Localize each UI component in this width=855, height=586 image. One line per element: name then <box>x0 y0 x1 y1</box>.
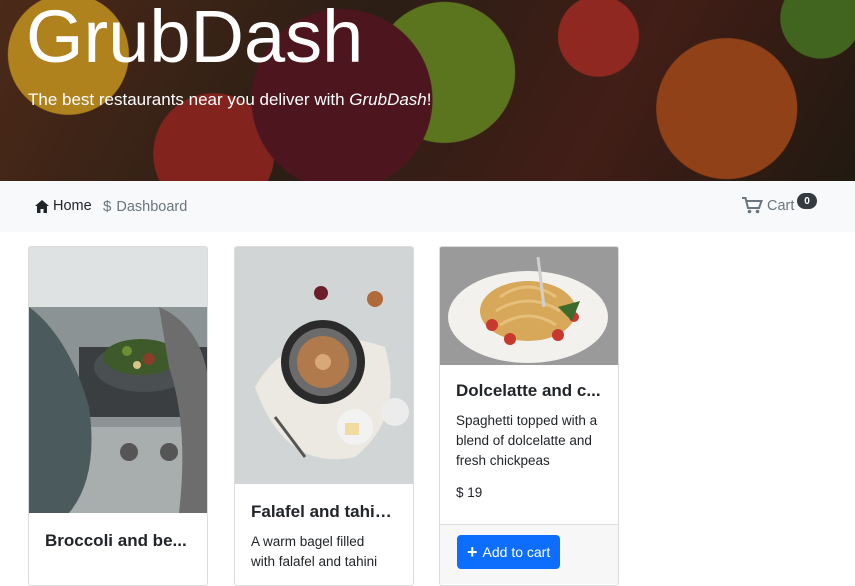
hero-tagline: The best restaurants near you deliver wi… <box>28 90 432 110</box>
tagline-suffix: ! <box>426 90 432 109</box>
dish-card-body: Falafel and tahin... A warm bagel filled… <box>235 484 413 572</box>
dish-image <box>235 247 413 484</box>
dish-image <box>29 247 207 513</box>
site-title: GrubDash <box>26 0 364 78</box>
dish-image <box>440 247 618 365</box>
dish-title[interactable]: Broccoli and be... <box>45 531 191 551</box>
nav-cart-label: Cart <box>767 197 795 214</box>
dollar-icon: $ <box>103 198 112 215</box>
navbar: Home $ Dashboard Cart 0 <box>0 181 855 232</box>
plus-icon: + <box>467 542 478 562</box>
dish-title[interactable]: Dolcelatte and c... <box>456 381 602 401</box>
home-icon <box>35 199 49 213</box>
tagline-brand: GrubDash <box>349 90 427 109</box>
dish-card-body: Dolcelatte and c... Spaghetti topped wit… <box>440 365 618 500</box>
nav-home-link[interactable]: Home <box>35 198 92 214</box>
dish-card: Broccoli and be... <box>28 246 208 586</box>
nav-dashboard-label: Dashboard <box>116 198 188 215</box>
add-to-cart-button[interactable]: + Add to cart <box>457 535 561 569</box>
dish-card: Falafel and tahin... A warm bagel filled… <box>234 246 414 586</box>
tagline-prefix: The best restaurants near you deliver wi… <box>28 90 350 109</box>
cart-icon <box>742 197 763 214</box>
dish-description: Spaghetti topped with a blend of dolcela… <box>456 413 598 468</box>
nav-dashboard-link[interactable]: $ Dashboard <box>103 198 187 215</box>
add-to-cart-label: Add to cart <box>482 544 551 560</box>
dish-title[interactable]: Falafel and tahin... <box>251 502 397 522</box>
nav-cart-link[interactable]: Cart 0 <box>742 193 817 214</box>
dish-card: Dolcelatte and c... Spaghetti topped wit… <box>439 246 619 586</box>
dish-card-footer: + Add to cart <box>440 524 618 584</box>
nav-home-label: Home <box>53 198 92 214</box>
dish-card-body: Broccoli and be... <box>29 513 207 551</box>
hero-banner: GrubDash The best restaurants near you d… <box>0 0 855 181</box>
dish-price: $ 19 <box>456 485 483 500</box>
dish-description: A warm bagel filled with falafel and tah… <box>251 534 378 569</box>
cart-count-badge: 0 <box>797 193 817 209</box>
